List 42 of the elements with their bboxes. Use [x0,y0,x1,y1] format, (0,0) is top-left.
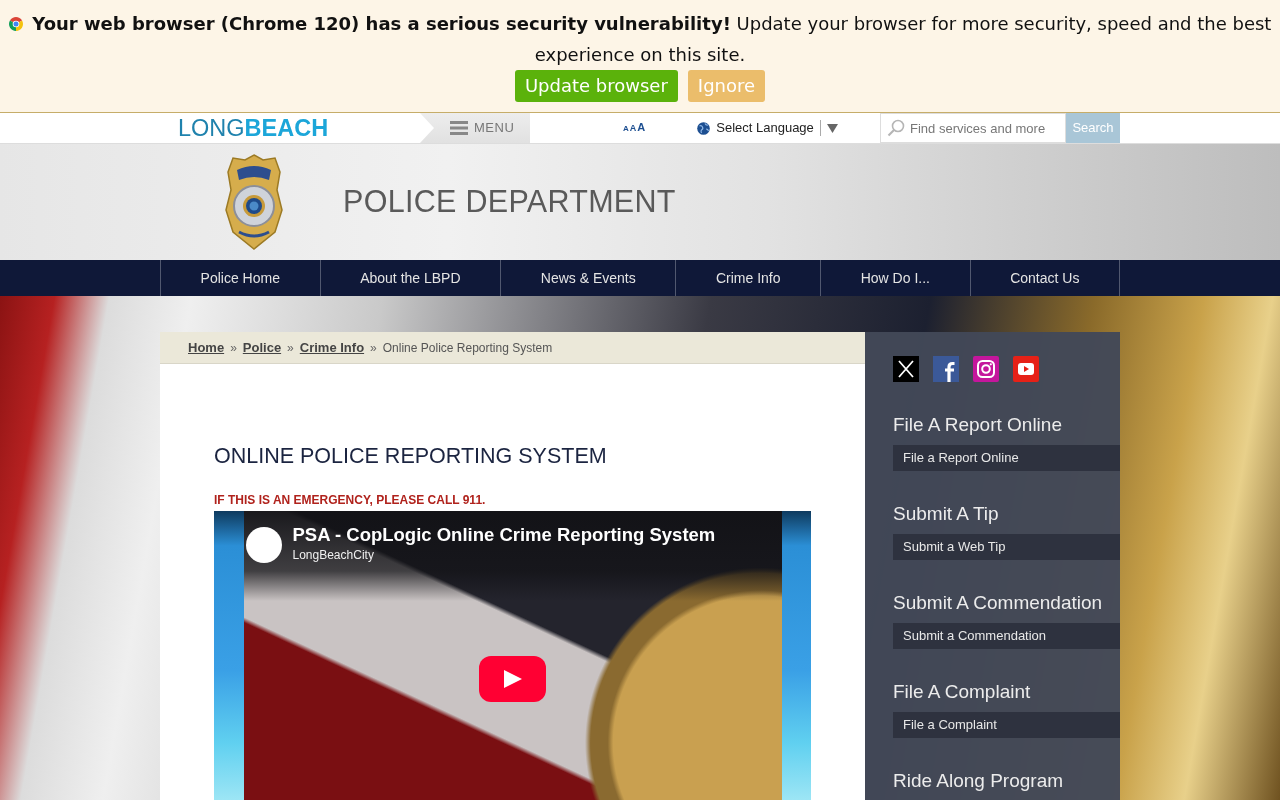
browser-icon [8,17,23,31]
section-heading: File A Complaint [893,680,1032,704]
play-button[interactable] [479,656,546,702]
breadcrumb-link[interactable]: Crime Info [299,337,365,358]
camera-icon[interactable] [973,356,999,382]
text-size-button[interactable]: A [629,124,637,133]
breadcrumb-current-page: Online Police Reporting System [382,339,553,357]
x-letter-icon[interactable] [893,356,919,382]
department-title: POLICE DEPARTMENT [343,183,676,221]
search-icon [887,119,905,137]
globe-icon [697,121,711,135]
section-heading: File A Report Online [893,413,1063,437]
breadcrumb-link[interactable]: Police [242,337,282,358]
menu-icon [450,121,468,135]
security-warning-text: Your web browser (Chrome 120) has a serious security vulnerability! Update your browser for more security, speed and the best experience on this site. [32,13,1272,65]
sidebar-link[interactable]: File a Report Online [893,445,1120,471]
text-size-button[interactable]: A [637,122,646,133]
text-size-button[interactable]: A [623,125,629,133]
police-badge-logo[interactable] [225,154,283,250]
caret-icon [826,123,838,133]
breadcrumb-separator: » [230,339,237,357]
emergency-notice: IF THIS IS AN EMERGENCY, PLEASE CALL 911. [214,492,487,508]
section-heading: Submit A Tip [893,502,1000,526]
section-heading: Ride Along Program [893,769,1065,793]
breadcrumb-link[interactable]: Home [188,337,225,358]
menu-button[interactable]: MENU [420,113,530,143]
page-heading: ONLINE POLICE REPORTING SYSTEM [214,443,608,470]
sidebar-link[interactable]: File a Complaint [893,712,1120,738]
breadcrumb-separator: » [287,339,294,357]
channel-name: LongBeachCity [292,547,374,563]
play-tile-icon[interactable] [1013,356,1039,382]
video-title[interactable]: PSA - CopLogic Online Crime Reporting System [292,523,716,547]
channel-avatar-icon [245,527,282,563]
sidebar-link[interactable]: Submit a Commendation [893,623,1120,649]
language-selector[interactable]: Select Language [697,113,838,143]
site-logo[interactable]: LONGBEACH [160,113,420,143]
play-icon [503,670,522,688]
search-field[interactable]: Find services and more [880,113,1066,143]
sidebar-link[interactable]: Submit a Web Tip [893,534,1120,560]
breadcrumb-separator: » [370,339,377,357]
section-heading: Submit A Commendation [893,591,1104,615]
f-letter-icon[interactable] [933,356,959,382]
